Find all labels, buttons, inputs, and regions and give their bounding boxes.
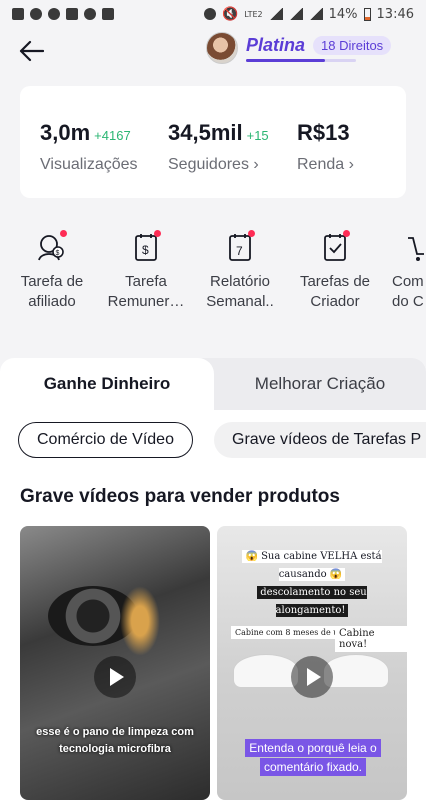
stat-label: Seguidores › [168,156,259,173]
tab-bar: Ganhe Dinheiro Melhorar Criação [0,358,426,410]
tab-improve-creation[interactable]: Melhorar Criação [214,358,426,410]
video-caption: esse é o pano de limpeza com tecnologia … [36,726,194,755]
stat-label: Visualizações [40,156,138,173]
app-icon [102,8,114,20]
avatar [206,32,238,64]
battery-percent: 14% [328,6,358,22]
video-headline: 😱 Sua cabine VELHA está causando 😱 desco… [225,548,399,620]
stat-label: Renda › [297,156,354,173]
stat-followers[interactable]: 34,5mil +15 Seguidores › [168,120,269,174]
chat-icon [30,8,42,20]
stat-delta: +15 [246,128,269,143]
chip-video-commerce[interactable]: Comércio de Vídeo [18,422,193,458]
svg-text:$: $ [56,250,60,257]
earn-money-panel: Ganhe Dinheiro Melhorar Criação Comércio… [0,358,426,800]
section-title: Grave vídeos para vender produtos [20,486,340,507]
tool-paid-task[interactable]: $ Tarefa Remuner… [101,230,191,312]
category-chips: Comércio de Vídeo Grave vídeos de Tarefa… [18,422,426,460]
video-card[interactable]: esse é o pano de limpeza com tecnologia … [20,526,210,800]
play-icon[interactable] [94,656,136,698]
tool-label: Tarefa de afiliado [20,273,84,310]
thumbnail-lamp [233,654,299,688]
notification-dot [248,230,255,237]
notification-dot [343,230,350,237]
notification-icon [12,8,24,20]
label-new-cabin: Cabine nova! [335,626,407,652]
tool-commerce[interactable]: Com do C [378,230,426,312]
stat-value: R$13 [297,120,350,145]
level-name: Platina [246,34,306,55]
headline-line-2: descolamento no seu alongamento! [257,586,367,617]
thumbnail-lamp [323,654,389,688]
link-icon [48,8,60,20]
stat-value: 3,0m [40,120,91,145]
status-bar: 🔇 LTE2 14% 13:46 [0,0,426,28]
video-card[interactable]: 😱 Sua cabine VELHA está causando 😱 desco… [217,526,407,800]
tool-label: Tarefa Remuner… [107,273,185,310]
location-icon [204,8,217,20]
thumbnail-flame [120,586,160,656]
tool-label: Com do C [392,273,424,310]
video-caption-text: Entenda o porquê leia o comentário fixad… [245,739,381,776]
notification-icons [12,8,114,20]
creator-level[interactable]: Platina 18 Direitos [206,32,392,64]
system-status: 🔇 LTE2 14% 13:46 [204,7,414,22]
back-button[interactable] [16,36,46,66]
cart-icon [408,237,424,261]
header: Platina 18 Direitos [0,28,426,72]
stat-views: 3,0m +4167 Visualizações [40,120,138,174]
notification-dot [60,230,67,237]
mute-icon: 🔇 [222,6,239,22]
stat-value: 34,5mil [168,120,243,145]
tool-label: Relatório Semanal.. [206,273,274,310]
tool-weekly-report[interactable]: 7 Relatório Semanal.. [195,230,285,312]
chip-task-videos[interactable]: Grave vídeos de Tarefas P [214,422,426,458]
tab-earn-money[interactable]: Ganhe Dinheiro [0,358,214,410]
rights-badge[interactable]: 18 Direitos [313,35,392,55]
battery-icon [363,7,371,21]
tools-row: $ Tarefa de afiliado $ Tarefa Remuner… 7… [0,230,426,320]
clock: 13:46 [376,6,414,22]
label-old-cabin: Cabine com 8 meses de uso [231,626,352,639]
tool-affiliate-task[interactable]: $ Tarefa de afiliado [7,230,97,312]
back-arrow-icon [19,40,44,62]
stats-card: 3,0m +4167 Visualizações 34,5mil +15 Segui… [20,86,406,198]
play-icon[interactable] [291,656,333,698]
chrome-icon [84,8,96,20]
tool-label: Tarefas de Criador [299,273,371,310]
svg-text:$: $ [142,243,149,257]
network-label: LTE2 [244,9,263,19]
level-progress-bar [246,58,356,62]
stat-delta: +4167 [94,128,131,143]
level-info: Platina 18 Direitos [246,34,392,62]
tool-creator-tasks[interactable]: Tarefas de Criador [290,230,380,312]
youtube-icon [66,8,78,20]
video-caption: Entenda o porquê leia o comentário fixad… [245,739,381,777]
headline-line-1: 😱 Sua cabine VELHA está causando 😱 [242,550,382,581]
signal-icon-2 [308,8,323,20]
wifi-icon [268,8,283,20]
signal-icon [288,8,303,20]
svg-text:7: 7 [236,244,243,258]
stat-income[interactable]: R$13 Renda › [297,120,354,174]
notification-dot [154,230,161,237]
level-progress-fill [246,58,326,62]
